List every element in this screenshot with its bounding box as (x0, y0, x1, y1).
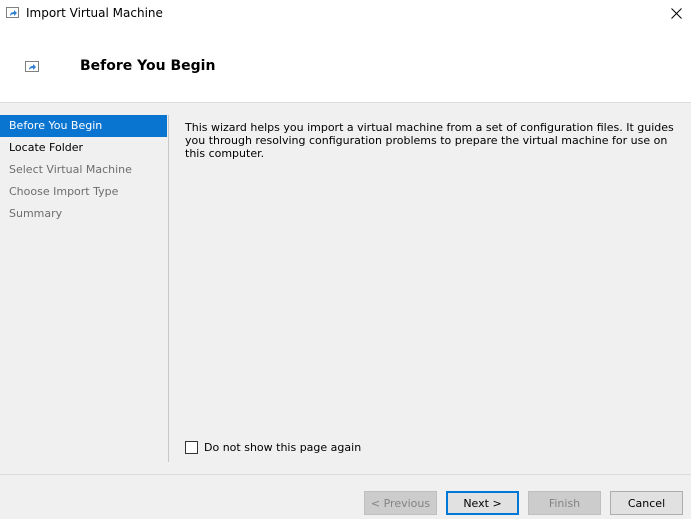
nav-item-select-virtual-machine: Select Virtual Machine (9, 163, 132, 176)
dont-show-again-option[interactable]: Do not show this page again (185, 441, 361, 454)
nav-item-choose-import-type: Choose Import Type (9, 185, 119, 198)
dont-show-again-label: Do not show this page again (204, 441, 362, 454)
close-button[interactable] (661, 0, 691, 30)
wizard-header: Before You Begin (0, 30, 691, 103)
window-title: Import Virtual Machine (26, 6, 163, 20)
previous-button[interactable]: < Previous (364, 491, 437, 515)
import-vm-icon (6, 7, 19, 18)
wizard-description: This wizard helps you import a virtual m… (185, 121, 674, 160)
footer-divider (0, 474, 691, 475)
sidebar-divider (168, 115, 169, 462)
nav-item-locate-folder[interactable]: Locate Folder (0, 137, 168, 159)
dont-show-again-checkbox[interactable] (185, 441, 198, 454)
nav-item-summary: Summary (9, 207, 63, 220)
next-button[interactable]: Next > (446, 491, 519, 515)
title-bar: Import Virtual Machine (0, 0, 691, 30)
cancel-button[interactable]: Cancel (610, 491, 683, 515)
import-vm-icon (25, 61, 39, 72)
wizard-steps-nav: Before You Begin Locate Folder Select Vi… (0, 115, 168, 225)
finish-button[interactable]: Finish (528, 491, 601, 515)
nav-item-before-you-begin[interactable]: Before You Begin (0, 115, 167, 137)
close-icon (670, 8, 682, 22)
page-title: Before You Begin (80, 58, 216, 74)
